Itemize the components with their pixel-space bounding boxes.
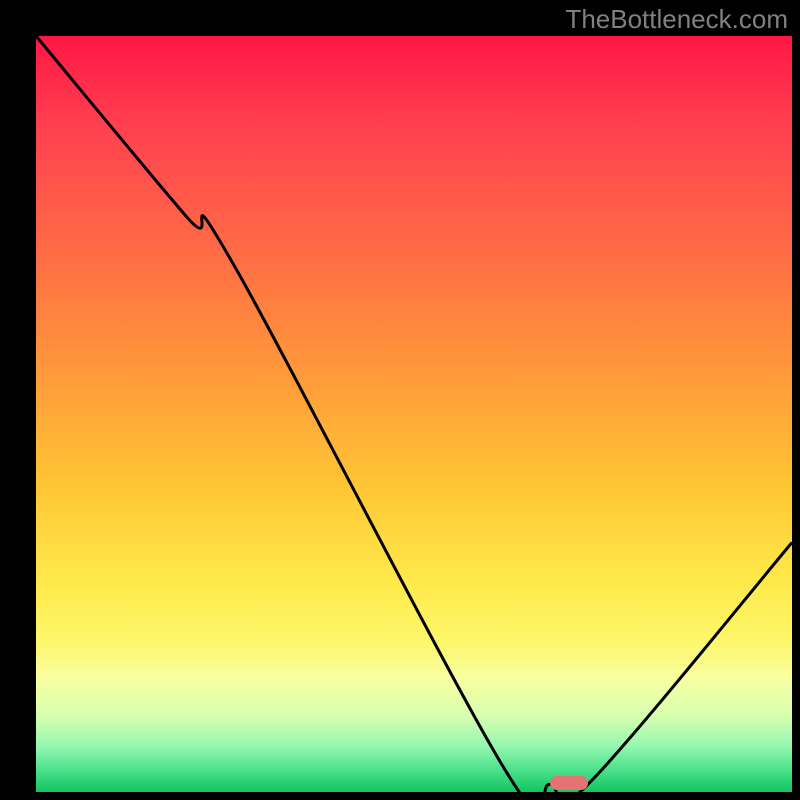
bottleneck-curve-svg: [36, 36, 792, 792]
watermark-text: TheBottleneck.com: [565, 4, 788, 35]
minimum-marker: [550, 776, 588, 790]
chart-container: TheBottleneck.com: [0, 0, 800, 800]
bottleneck-curve-line: [36, 36, 792, 800]
